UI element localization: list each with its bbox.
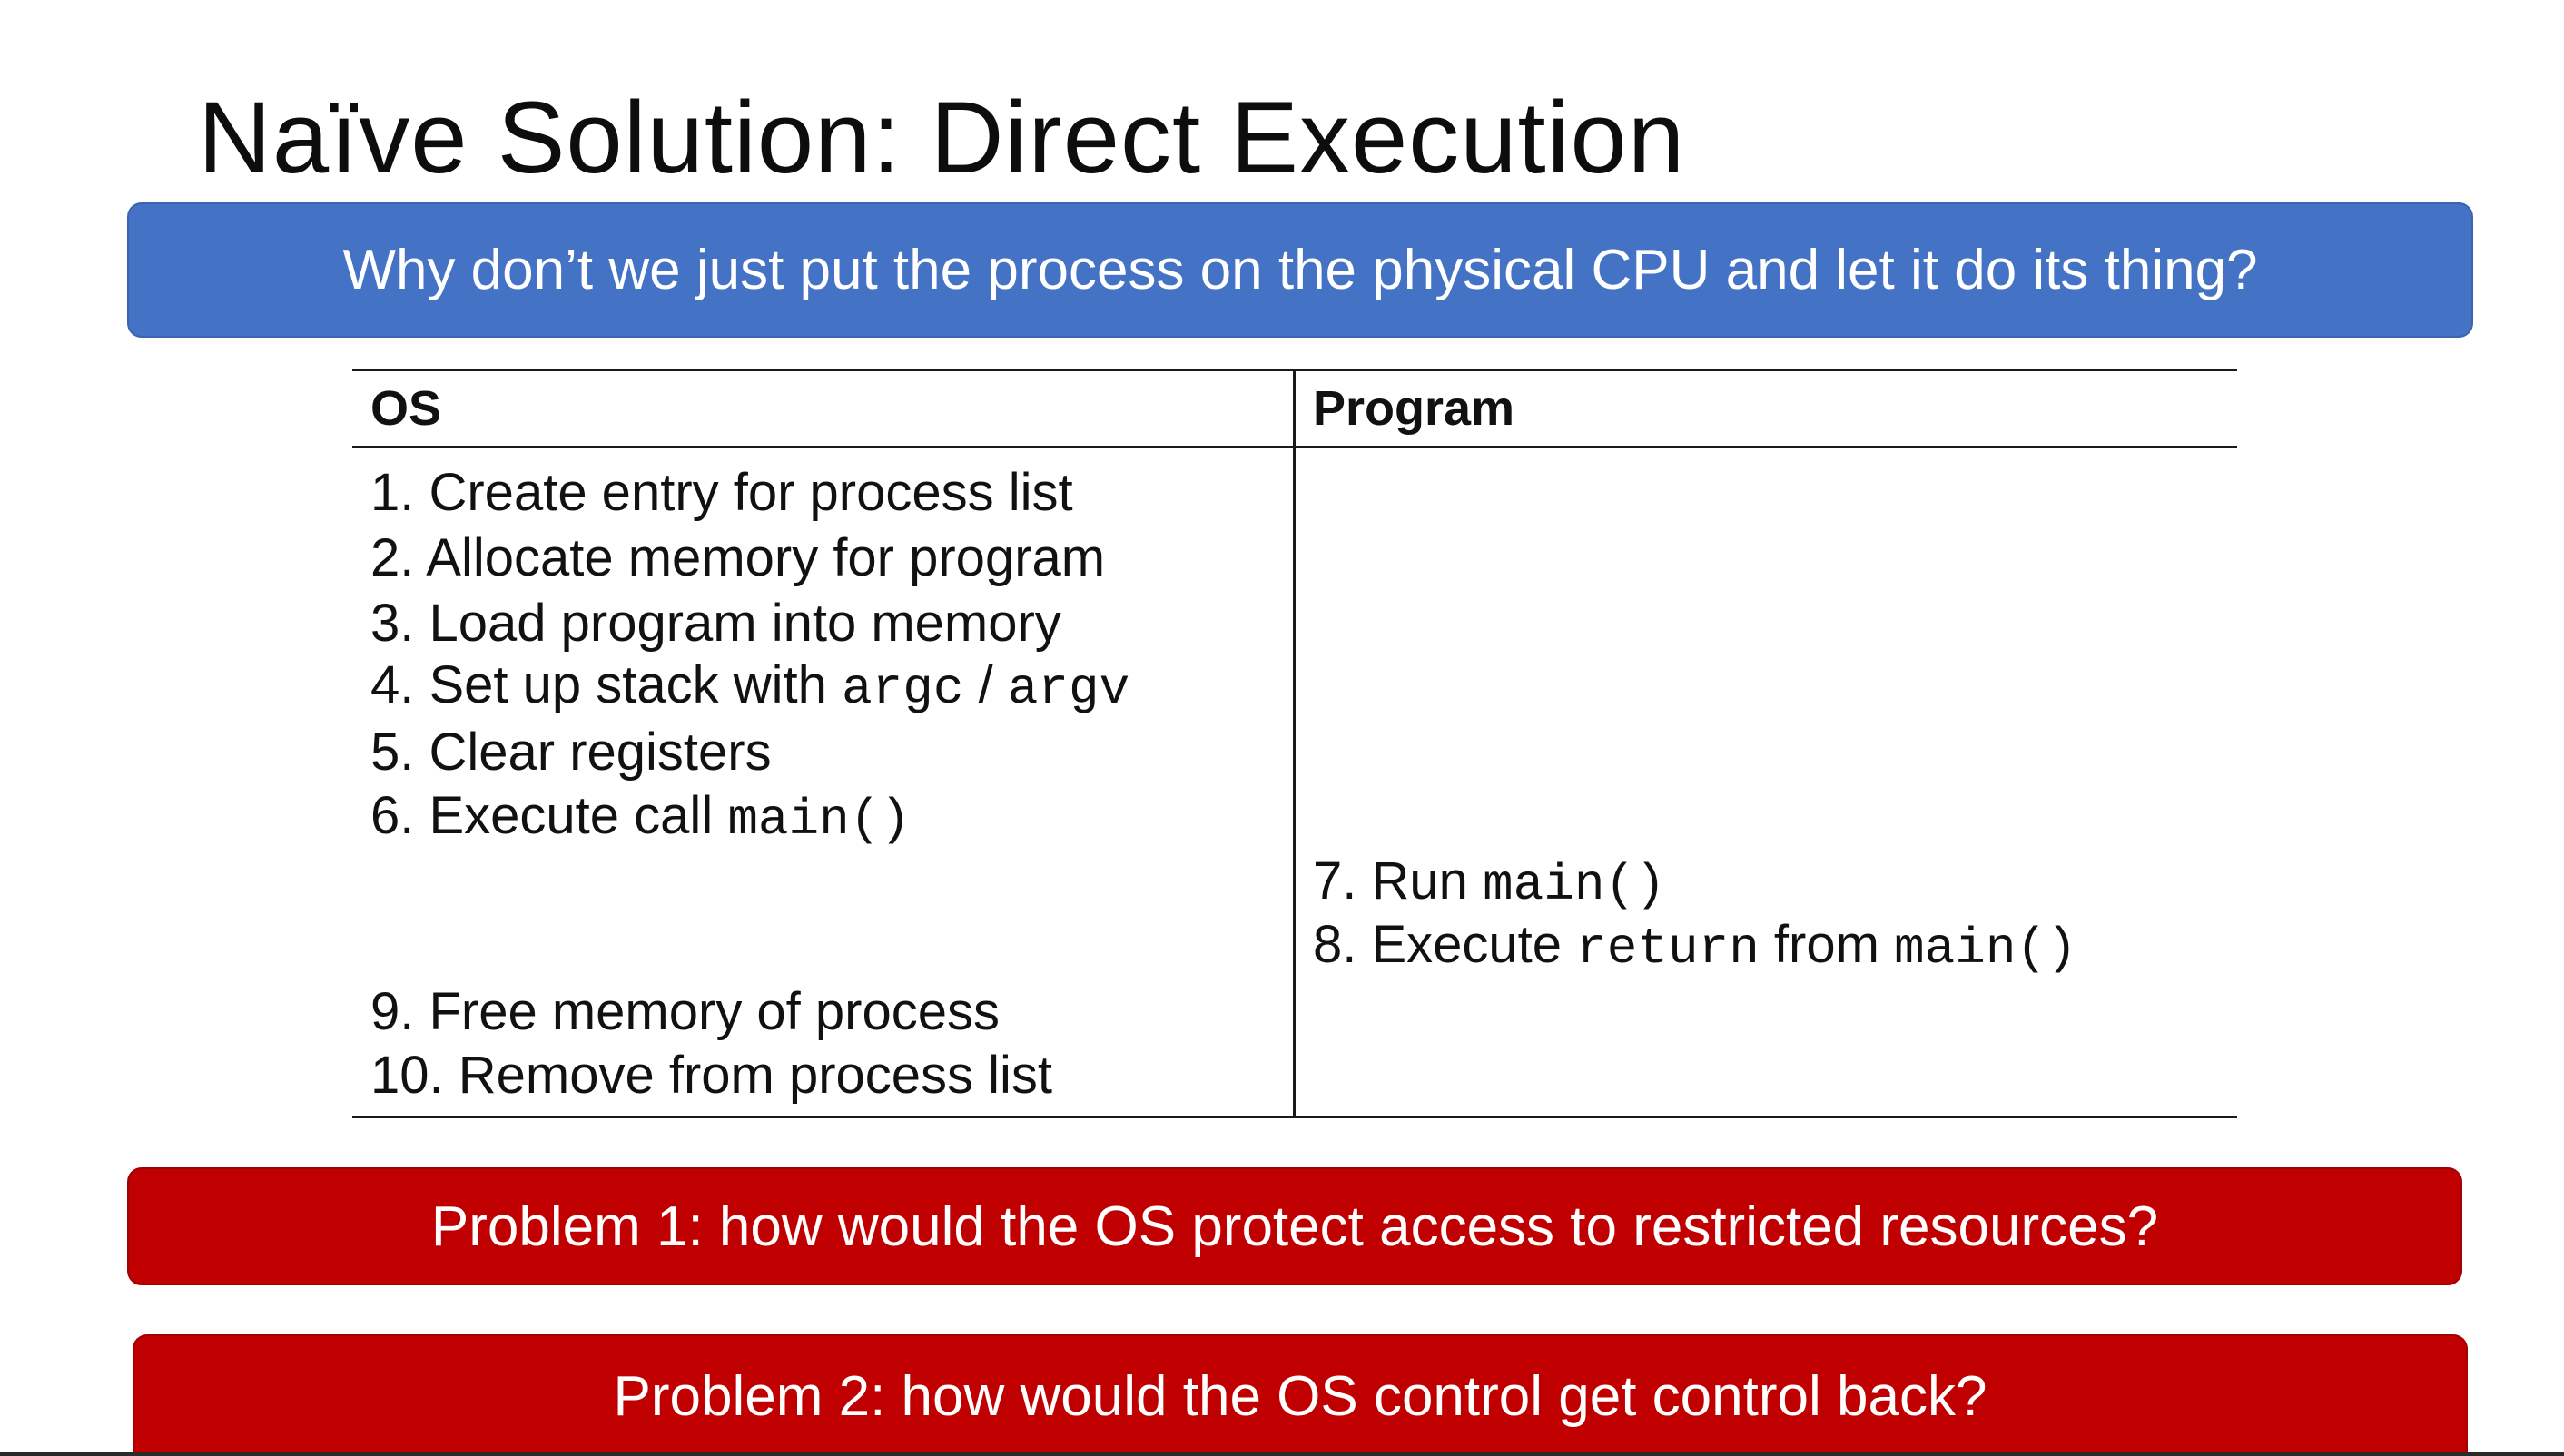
problem-2-text: Problem 2: how would the OS control get … [613,1364,1987,1428]
os-step-10: 10. Remove from process list [370,1044,1052,1107]
os-step-text: 2. Allocate memory for program [370,528,1106,587]
os-step-2: 2. Allocate memory for program [370,526,1105,590]
os-step-3: 3. Load program into memory [370,592,1061,655]
program-step-8: 8. Execute return from main() [1313,913,2077,980]
program-step-from: from [1759,915,1895,974]
os-step-9: 9. Free memory of process [370,980,1000,1044]
execution-table: OS Program 1. Create entry for process l… [352,369,2237,1118]
code-argv: argv [1007,660,1130,718]
problem-1-text: Problem 1: how would the OS protect acce… [430,1195,2159,1258]
table-column-divider [1293,369,1296,1118]
question-banner: Why don’t we just put the process on the… [127,202,2473,338]
os-step-1: 1. Create entry for process list [370,461,1073,525]
program-step-7: 7. Run main() [1313,850,1666,917]
code-return: return [1576,920,1760,978]
program-column-header: Program [1313,381,1515,436]
os-step-4: 4. Set up stack with argc / argv [370,654,1129,721]
os-step-text: 4. Set up stack with [370,655,843,714]
os-step-5: 5. Clear registers [370,721,772,784]
os-step-6: 6. Execute call main() [370,784,911,851]
code-argc: argc [842,660,964,718]
problem-1-banner: Problem 1: how would the OS protect acce… [127,1167,2462,1285]
os-step-text: 10. Remove from process list [370,1046,1053,1105]
problem-2-banner: Problem 2: how would the OS control get … [133,1334,2468,1456]
os-step-separator: / [963,655,1008,714]
os-step-text: 5. Clear registers [370,723,772,782]
program-step-text: 8. Execute [1313,915,1577,974]
os-step-text: 3. Load program into memory [370,594,1061,653]
bottom-border [0,1452,2564,1456]
code-main: main() [1894,920,2077,978]
os-step-text: 1. Create entry for process list [370,463,1073,522]
os-step-text: 9. Free memory of process [370,982,1000,1041]
os-step-text: 6. Execute call [370,786,728,845]
program-step-text: 7. Run [1313,851,1483,910]
slide-title: Naïve Solution: Direct Execution [198,81,1686,194]
code-main: main() [727,791,911,849]
os-column-header: OS [370,381,442,436]
code-main: main() [1483,856,1666,914]
question-banner-text: Why don’t we just put the process on the… [342,239,2258,301]
